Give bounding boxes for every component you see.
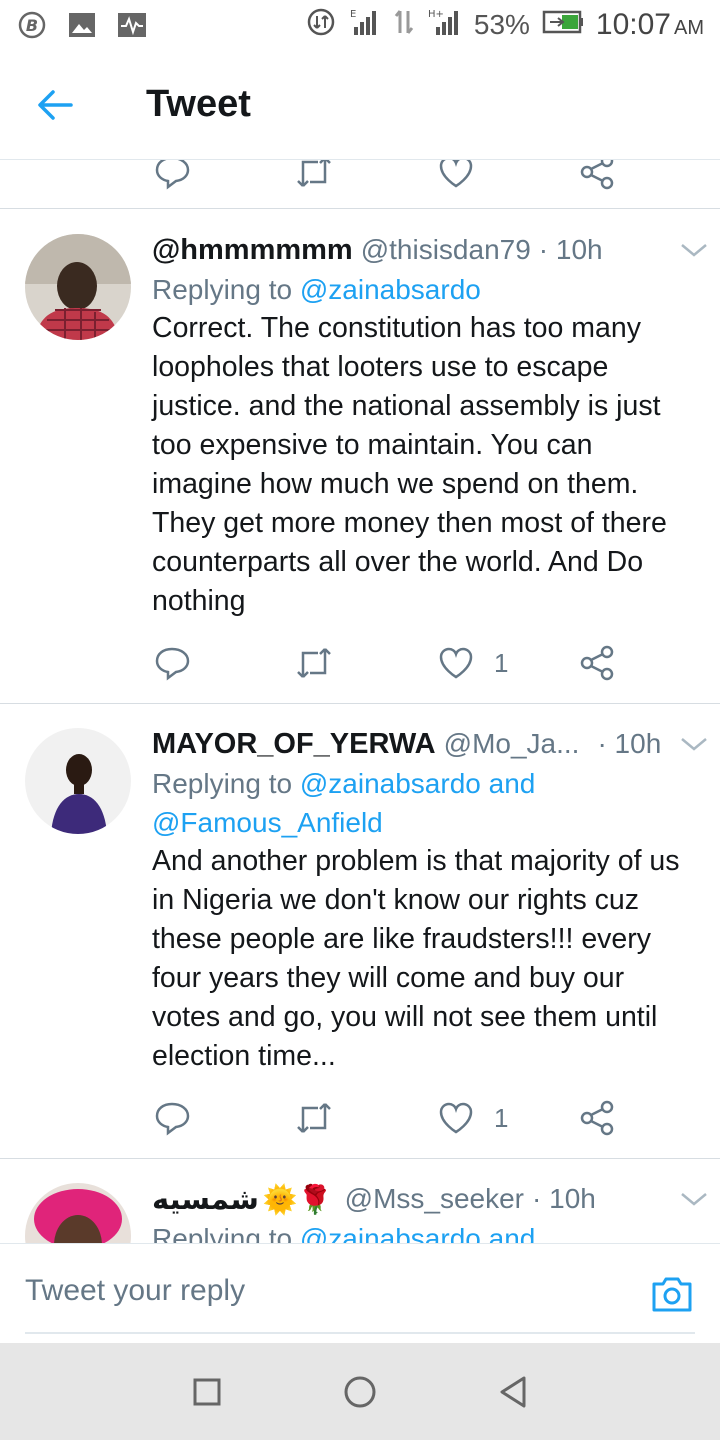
display-name[interactable]: شمسيه <box>152 1182 259 1217</box>
circle-icon <box>344 1376 376 1407</box>
tweet-actions <box>0 160 720 202</box>
back-button[interactable] <box>0 50 110 160</box>
reply-icon <box>155 647 190 681</box>
clock: 10:07 AM <box>595 8 704 41</box>
share-button[interactable] <box>578 633 618 693</box>
reply-icon <box>155 1102 190 1136</box>
reply-icon <box>155 160 190 190</box>
activity-icon <box>116 10 148 40</box>
display-name[interactable]: MAYOR_OF_YERWA <box>152 728 436 761</box>
mention-link[interactable]: @zainabsardo and <box>300 1223 535 1243</box>
share-button[interactable] <box>578 160 618 202</box>
retweet-icon <box>297 648 331 678</box>
replying-to: Replying to @zainabsardo and <box>152 1219 700 1243</box>
timestamp: · 10h <box>538 234 603 265</box>
user-handle[interactable]: @Mss_seeker <box>345 1183 524 1215</box>
tweet-feed[interactable]: @hmmmmmm @thisisdan79 · 10h Replying to … <box>0 160 720 1243</box>
system-nav-bar <box>0 1343 720 1440</box>
arrow-left-icon <box>38 89 73 120</box>
avatar[interactable] <box>25 1183 131 1243</box>
camera-button[interactable] <box>650 1274 694 1314</box>
reply-bar: Tweet your reply <box>0 1243 720 1343</box>
heart-icon <box>439 1102 473 1134</box>
tweet[interactable]: MAYOR_OF_YERWA @Mo_Ja... · 10h Replying … <box>0 704 720 1158</box>
triangle-back-icon <box>500 1376 526 1407</box>
replying-to: Replying to @zainabsardo and @Famous_Anf… <box>152 768 536 838</box>
share-icon <box>580 1100 614 1136</box>
timestamp: · 10h <box>532 1183 596 1214</box>
tweet-menu-button[interactable] <box>674 230 714 270</box>
tweet[interactable]: @hmmmmmm @thisisdan79 · 10h Replying to … <box>0 209 720 703</box>
like-button[interactable] <box>436 160 476 202</box>
data-arrows-icon <box>392 7 416 44</box>
tweet-text: Correct. The constitution has too many l… <box>152 312 667 617</box>
avatar[interactable] <box>25 728 131 834</box>
share-icon <box>580 160 614 190</box>
like-count: 1 <box>494 647 509 678</box>
retweet-button[interactable] <box>294 160 334 202</box>
tweet-actions: 1 <box>0 633 720 693</box>
name-emoji: 🌞🌹 <box>262 1183 333 1215</box>
tweet[interactable]: شمسيه 🌞🌹 @Mss_seeker · 10h Replying to @… <box>0 1159 720 1243</box>
tweet-menu-button[interactable] <box>674 724 714 764</box>
tweet-header: MAYOR_OF_YERWA @Mo_Ja... · 10h <box>152 724 700 764</box>
tweet-text: And another problem is that majority of … <box>152 845 680 1072</box>
timestamp: · 10h <box>597 728 662 759</box>
svg-text:H+: H+ <box>428 9 444 20</box>
reply-button[interactable] <box>152 1088 192 1148</box>
like-button[interactable]: 1 <box>436 1088 508 1148</box>
reply-underline <box>25 1332 695 1334</box>
reply-button[interactable] <box>152 633 192 693</box>
retweet-icon <box>297 1103 331 1133</box>
tweet-menu-button[interactable] <box>674 1179 714 1219</box>
home-button[interactable] <box>330 1362 390 1422</box>
page-title: Tweet <box>146 83 251 125</box>
mention-link[interactable]: @zainabsardo <box>300 274 481 305</box>
retweet-button[interactable] <box>294 1088 334 1148</box>
app-header: Tweet <box>0 50 720 160</box>
square-icon <box>193 1378 221 1405</box>
recent-apps-button[interactable] <box>177 1362 237 1422</box>
data-saver-icon <box>306 7 336 44</box>
back-nav-button[interactable] <box>483 1362 543 1422</box>
chevron-down-icon <box>681 244 707 257</box>
chevron-down-icon <box>681 738 707 751</box>
like-button[interactable]: 1 <box>436 633 508 693</box>
svg-text:B: B <box>26 16 38 35</box>
heart-icon <box>439 160 473 188</box>
share-button[interactable] <box>578 1088 618 1148</box>
battery-icon <box>542 9 584 41</box>
retweet-button[interactable] <box>294 633 334 693</box>
battery-percent: 53% <box>473 9 530 40</box>
camera-icon <box>652 1277 692 1312</box>
svg-text:E: E <box>350 9 356 20</box>
like-count: 1 <box>494 1102 509 1133</box>
avatar[interactable] <box>25 234 131 340</box>
signal-e-icon: E <box>348 7 380 44</box>
user-handle[interactable]: @Mo_Ja... <box>444 728 580 760</box>
reply-input[interactable]: Tweet your reply <box>25 1274 245 1308</box>
status-bar: B E H+ 53% 10:07 AM <box>0 0 720 50</box>
replying-to: Replying to @zainabsardo <box>152 274 481 305</box>
reply-button[interactable] <box>152 160 192 202</box>
user-handle[interactable]: @thisisdan79 <box>361 234 531 266</box>
heart-icon <box>439 647 473 679</box>
b-circle-icon: B <box>16 10 48 40</box>
chevron-down-icon <box>681 1193 707 1206</box>
signal-h-plus-icon: H+ <box>428 7 462 44</box>
share-icon <box>580 645 614 681</box>
retweet-icon <box>297 160 331 187</box>
display-name[interactable]: @hmmmmmm <box>152 234 353 267</box>
tweet-actions: 1 <box>0 1088 720 1148</box>
tweet-header: شمسيه 🌞🌹 @Mss_seeker · 10h <box>152 1179 700 1219</box>
tweet-header: @hmmmmmm @thisisdan79 · 10h <box>152 230 700 270</box>
image-icon <box>66 10 98 40</box>
